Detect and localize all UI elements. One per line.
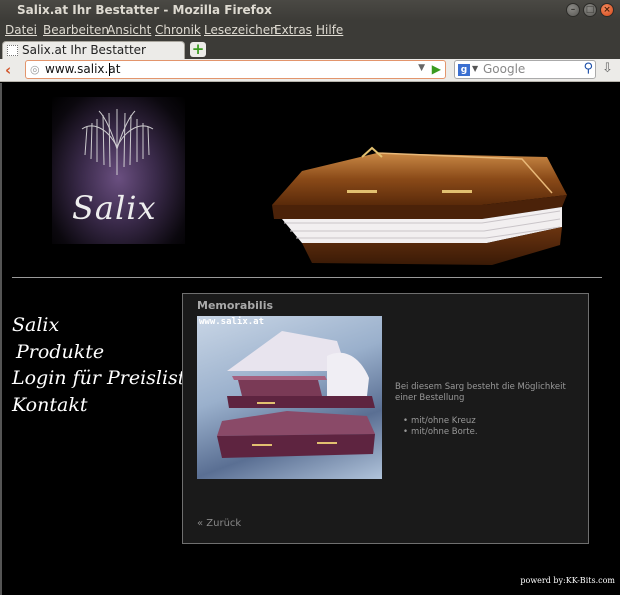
- new-tab-button[interactable]: +: [190, 42, 206, 57]
- product-title: Memorabilis: [197, 299, 274, 312]
- engine-dropdown-icon[interactable]: ▼: [472, 64, 478, 73]
- menu-bar: Datei Bearbeiten Ansicht Chronik Lesezei…: [0, 21, 620, 40]
- coffin-photo-icon: [217, 331, 375, 458]
- logo-text: Salix: [72, 189, 157, 227]
- globe-icon: ◎: [30, 63, 40, 76]
- nav-salix[interactable]: Salix: [12, 311, 197, 339]
- menu-lesezeichen[interactable]: Lesezeichen: [204, 23, 278, 37]
- google-icon[interactable]: g: [458, 64, 470, 76]
- salix-logo[interactable]: Salix: [52, 97, 185, 244]
- back-link[interactable]: « Zurück: [197, 518, 241, 529]
- feature-item: mit/ohne Kreuz: [403, 416, 478, 427]
- menu-ansicht[interactable]: Ansicht: [107, 23, 151, 37]
- download-icon[interactable]: ⇩: [602, 61, 613, 76]
- window-title: Salix.at Ihr Bestatter - Mozilla Firefox: [17, 3, 272, 17]
- navigation-bar: ‹ ◎ www.salix.at ▼ ▶ g ▼ Google ⚲ ⇩: [0, 59, 620, 82]
- page-icon: [7, 45, 18, 56]
- menu-datei[interactable]: Datei: [5, 23, 37, 37]
- search-bar[interactable]: g ▼ Google ⚲: [454, 60, 596, 79]
- willow-tree-icon: [81, 109, 154, 175]
- maximize-icon[interactable]: □: [583, 3, 597, 17]
- back-arrow-icon[interactable]: ‹: [5, 61, 11, 79]
- product-box: Memorabilis www.salix.at Bei diesem Sarg…: [182, 293, 589, 544]
- menu-extras[interactable]: Extras: [274, 23, 312, 37]
- feature-list: mit/ohne Kreuz mit/ohne Borte.: [403, 416, 478, 438]
- tab-label: Salix.at Ihr Bestatter: [22, 43, 146, 57]
- close-icon[interactable]: ×: [600, 3, 614, 17]
- window-titlebar: Salix.at Ihr Bestatter - Mozilla Firefox…: [0, 0, 620, 21]
- menu-chronik[interactable]: Chronik: [155, 23, 201, 37]
- site-navigation: Salix Produkte Login für Preisliste Kont…: [12, 311, 197, 419]
- history-dropdown-icon[interactable]: ▼: [418, 63, 425, 73]
- nav-login-preisliste[interactable]: Login für Preisliste: [12, 365, 197, 391]
- search-icon[interactable]: ⚲: [583, 61, 593, 76]
- divider: [12, 277, 602, 278]
- page-content: Salix Salix Produkte Login für Preislist…: [0, 83, 620, 595]
- nav-kontakt[interactable]: Kontakt: [12, 391, 197, 419]
- feature-item: mit/ohne Borte.: [403, 427, 478, 438]
- minimize-icon[interactable]: –: [566, 3, 580, 17]
- tab-salix[interactable]: Salix.at Ihr Bestatter: [2, 41, 185, 59]
- text-caret: [109, 63, 110, 76]
- search-input[interactable]: Google: [483, 62, 525, 76]
- menu-bearbeiten[interactable]: Bearbeiten: [43, 23, 109, 37]
- product-image[interactable]: www.salix.at: [197, 316, 382, 479]
- coffin-banner-image: [272, 146, 567, 265]
- window-border: [0, 83, 2, 595]
- tab-strip: Salix.at Ihr Bestatter +: [0, 40, 620, 59]
- menu-hilfe[interactable]: Hilfe: [316, 23, 343, 37]
- product-description: Bei diesem Sarg besteht die Möglichkeit …: [395, 382, 566, 403]
- url-bar[interactable]: ◎ www.salix.at ▼ ▶: [25, 60, 446, 79]
- footer-credit[interactable]: powerd by:KK-Bits.com: [520, 576, 615, 585]
- nav-produkte[interactable]: Produkte: [16, 339, 197, 365]
- go-arrow-icon[interactable]: ▶: [432, 62, 441, 76]
